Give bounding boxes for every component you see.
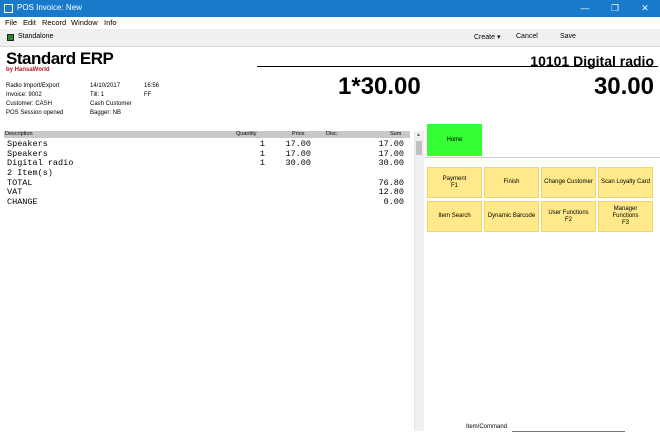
row-sum: 0.00 bbox=[383, 197, 404, 208]
table-row[interactable]: Speakers 1 17.00 17.00 bbox=[6, 139, 406, 149]
col-quantity: Quantity bbox=[236, 131, 257, 137]
table-row: 2 Item(s) bbox=[6, 168, 406, 178]
change-customer-button[interactable]: Change Customer bbox=[541, 167, 596, 198]
pos-invoice-content: Standard ERP by HansaWorld Radio Import/… bbox=[0, 47, 660, 435]
table-row: CHANGE 0.00 bbox=[6, 197, 406, 207]
invoice-number: Invoice: 9002 bbox=[6, 92, 42, 98]
menu-info[interactable]: Info bbox=[104, 18, 117, 27]
save-button[interactable]: Save bbox=[560, 33, 576, 40]
scroll-up-icon[interactable]: ▲ bbox=[416, 132, 421, 138]
user-functions-button[interactable]: User Functions F2 bbox=[541, 201, 596, 232]
invoice-date: 14/10/2017 bbox=[90, 83, 121, 89]
display-amount: 30.00 bbox=[593, 73, 654, 100]
finish-button[interactable]: Finish bbox=[484, 167, 539, 198]
cancel-button[interactable]: Cancel bbox=[516, 33, 538, 40]
minimize-button[interactable]: — bbox=[570, 0, 600, 17]
row-sum: 30.00 bbox=[378, 158, 404, 169]
table-row[interactable]: Speakers 1 17.00 17.00 bbox=[6, 149, 406, 159]
row-sum: 17.00 bbox=[378, 139, 404, 149]
row-description: TOTAL bbox=[7, 177, 33, 188]
col-description: Description bbox=[5, 131, 33, 137]
app-icon bbox=[4, 4, 13, 13]
button-panel-divider bbox=[425, 157, 660, 158]
menu-record[interactable]: Record bbox=[42, 18, 66, 27]
toolbar: Standalone Create ▾ Cancel Save bbox=[0, 29, 660, 47]
customer-code: Customer: CASH bbox=[6, 101, 53, 107]
row-description: 2 Item(s) bbox=[7, 168, 53, 179]
dynamic-barcode-button[interactable]: Dynamic Barcode bbox=[484, 201, 539, 232]
col-price: Price bbox=[292, 131, 305, 137]
home-button[interactable]: Home bbox=[427, 124, 482, 156]
item-command-label: Item/Command bbox=[466, 424, 508, 430]
col-sum: Sum bbox=[390, 131, 402, 137]
table-row: VAT 12.80 bbox=[6, 187, 406, 197]
col-disc: Disc. bbox=[326, 131, 339, 137]
row-description: Speakers bbox=[7, 139, 48, 149]
invoice-time: 16:56 bbox=[144, 83, 160, 89]
till-number: Till: 1 bbox=[90, 92, 105, 98]
row-quantity: 1 bbox=[259, 148, 265, 159]
create-button[interactable]: Create ▾ bbox=[474, 33, 500, 41]
customer-name: Cash Customer bbox=[90, 101, 132, 107]
table-scrollbar[interactable] bbox=[414, 131, 424, 431]
row-description: CHANGE bbox=[7, 197, 38, 208]
row-price: 30.00 bbox=[285, 158, 311, 169]
table-header: Description Quantity Price Disc. Sum bbox=[4, 131, 410, 138]
row-description: VAT bbox=[7, 187, 23, 198]
maximize-button[interactable]: ❐ bbox=[600, 0, 630, 17]
table-row[interactable]: Digital radio 1 30.00 30.00 bbox=[6, 158, 406, 168]
bagger: Bagger: NB bbox=[90, 110, 122, 116]
item-search-button[interactable]: Item Search bbox=[427, 201, 482, 232]
row-sum: 76.80 bbox=[378, 177, 404, 188]
payment-button[interactable]: Payment F1 bbox=[427, 167, 482, 198]
display-qty-price: 1*30.00 bbox=[338, 73, 421, 100]
manager-functions-button[interactable]: Manager Functions F3 bbox=[598, 201, 653, 232]
item-command-input[interactable] bbox=[512, 431, 625, 432]
row-sum: 12.80 bbox=[378, 187, 404, 198]
title-bar: POS Invoice: New — ❐ ✕ bbox=[0, 0, 660, 17]
window-title: POS Invoice: New bbox=[17, 3, 82, 12]
row-price: 17.00 bbox=[285, 148, 311, 159]
row-quantity: 1 bbox=[259, 158, 265, 169]
row-description: Speakers bbox=[7, 148, 48, 159]
menu-edit[interactable]: Edit bbox=[23, 18, 36, 27]
menu-window[interactable]: Window bbox=[71, 18, 98, 27]
brand-name: Standard ERP bbox=[6, 49, 114, 68]
table-row: TOTAL 76.80 bbox=[6, 178, 406, 188]
scrollbar-thumb[interactable] bbox=[416, 141, 422, 155]
brand-logo: Standard ERP by HansaWorld bbox=[6, 49, 114, 74]
till-user: FF bbox=[144, 92, 152, 98]
session-status: POS Session opened bbox=[6, 110, 64, 116]
invoice-rows: Speakers 1 17.00 17.00 Speakers 1 17.00 … bbox=[6, 139, 406, 207]
row-quantity: 1 bbox=[259, 139, 265, 149]
display-divider bbox=[257, 66, 658, 67]
row-description: Digital radio bbox=[7, 158, 74, 169]
close-button[interactable]: ✕ bbox=[630, 0, 660, 17]
menu-bar: File Edit Record Window Info bbox=[0, 17, 660, 29]
row-sum: 17.00 bbox=[378, 148, 404, 159]
company-name: Radio Import/Export bbox=[6, 83, 60, 89]
menu-file[interactable]: File bbox=[5, 18, 17, 27]
standalone-label: Standalone bbox=[18, 33, 54, 40]
scan-loyalty-card-button[interactable]: Scan Loyalty Card bbox=[598, 167, 653, 198]
standalone-icon bbox=[7, 34, 14, 41]
row-price: 17.00 bbox=[285, 139, 311, 149]
